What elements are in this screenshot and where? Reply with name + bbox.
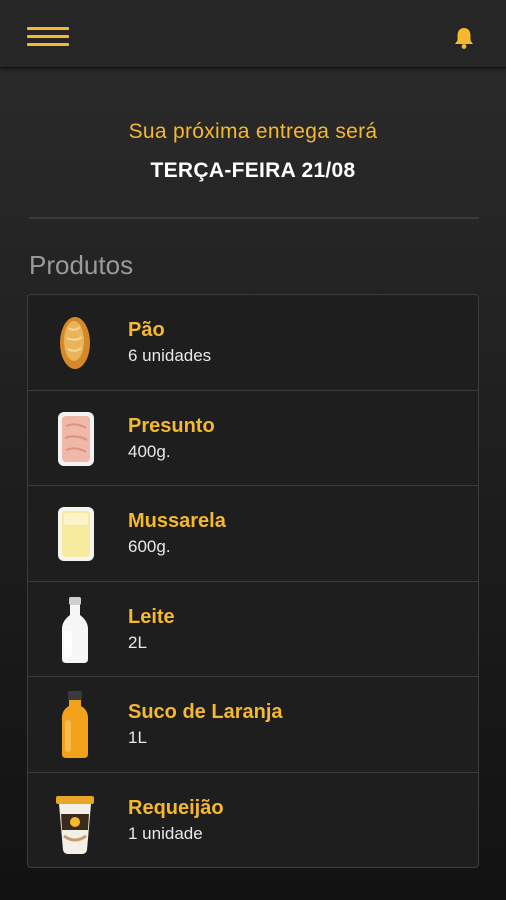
- product-quantity: 600g.: [128, 537, 171, 556]
- product-list: Pão 6 unidades Presunto 400g. Mussarela …: [27, 294, 479, 868]
- product-quantity: 400g.: [128, 441, 171, 461]
- product-name: Presunto: [128, 414, 215, 437]
- bread-icon: [50, 308, 100, 378]
- product-name: Suco de Laranja: [128, 701, 283, 723]
- product-row-mussarela[interactable]: Mussarela 600g.: [28, 486, 478, 582]
- product-quantity: 2L: [128, 632, 147, 652]
- product-quantity: 1L: [128, 728, 147, 747]
- product-quantity: 6 unidades: [128, 346, 212, 365]
- next-delivery-label: Sua próxima entrega será: [128, 120, 378, 143]
- cream-cheese-cup-icon: [50, 786, 100, 856]
- product-name: Leite: [128, 605, 175, 628]
- products-section-title: Produtos: [29, 250, 134, 280]
- bell-icon[interactable]: [453, 26, 475, 50]
- product-row-presunto[interactable]: Presunto 400g.: [28, 391, 478, 486]
- section-divider: [29, 217, 479, 219]
- hamburger-menu-icon[interactable]: [27, 24, 69, 50]
- product-row-requeijao[interactable]: Requeijão 1 unidade: [28, 773, 478, 868]
- milk-bottle-icon: [50, 595, 100, 665]
- top-app-bar: [0, 0, 506, 68]
- product-row-pao[interactable]: Pão 6 unidades: [28, 295, 478, 391]
- cheese-package-icon: [50, 499, 100, 569]
- product-name: Pão: [128, 319, 165, 341]
- product-name: Mussarela: [128, 510, 226, 532]
- product-row-suco-de-laranja[interactable]: Suco de Laranja 1L: [28, 677, 478, 773]
- orange-juice-bottle-icon: [50, 690, 100, 760]
- next-delivery-date: TERÇA-FEIRA 21/08: [150, 159, 356, 182]
- product-name: Requeijão: [128, 796, 224, 819]
- product-row-leite[interactable]: Leite 2L: [28, 582, 478, 677]
- product-quantity: 1 unidade: [128, 823, 203, 843]
- ham-package-icon: [50, 404, 100, 474]
